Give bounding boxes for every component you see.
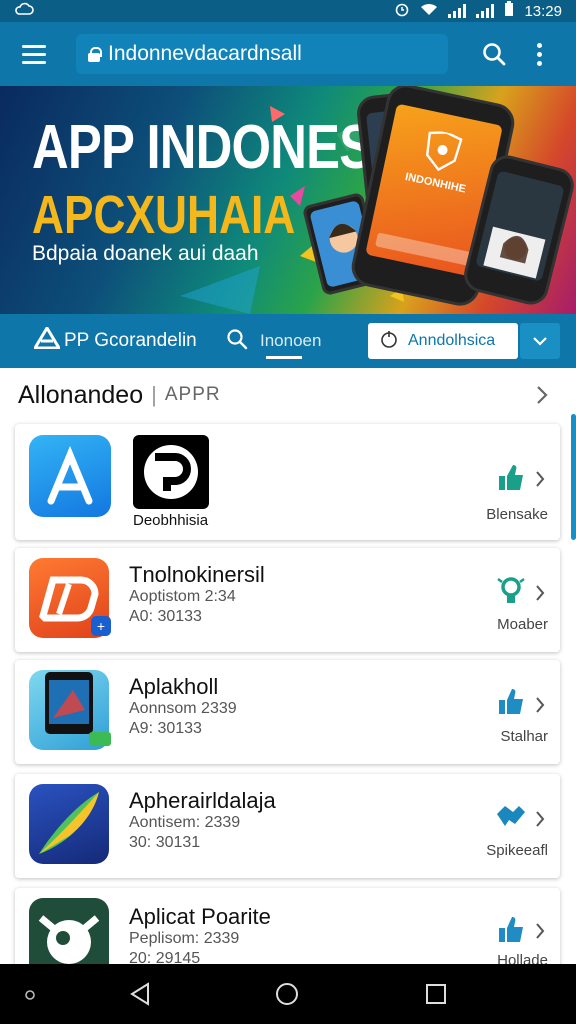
promo-banner[interactable]: APP INDONESI APCXUHAIA Bdpaia doanek aui… xyxy=(0,86,576,314)
search-icon[interactable] xyxy=(474,34,514,74)
cloud-icon xyxy=(14,2,34,20)
app-store-icon xyxy=(29,435,111,517)
app-meta: A0: 30133 xyxy=(129,608,202,625)
recents-icon[interactable] xyxy=(425,983,447,1010)
leaf-app-icon xyxy=(29,784,109,864)
app-name: Tnolnokinersil xyxy=(129,562,265,587)
app-meta: 30: 30131 xyxy=(129,834,201,851)
tab-strip: PP Gcorandelin Inonoen Anndolhsica xyxy=(0,314,576,368)
banner-tagline: Bdpaia doanek aui daah xyxy=(32,242,259,265)
tab-indicator xyxy=(266,356,302,359)
action-label: Blensake xyxy=(486,506,548,523)
section-header[interactable]: Allonandeo | APPR xyxy=(0,368,576,422)
more-options-icon[interactable] xyxy=(524,34,554,74)
app-meta: Aontisem: 2339 xyxy=(129,814,241,831)
menu-icon[interactable] xyxy=(14,34,54,74)
app-meta: A9: 30133 xyxy=(129,720,202,737)
navigation-bar xyxy=(0,964,576,1024)
select-value: Anndolhsica xyxy=(408,332,496,349)
section-divider: | xyxy=(151,382,157,407)
list-item[interactable]: Aplakholl Aonnsom 2339 A9: 30133 Stalhar xyxy=(15,660,560,764)
battery-icon xyxy=(504,1,514,21)
secondary-app-icon xyxy=(133,435,209,509)
home-icon[interactable] xyxy=(275,982,299,1011)
search-icon xyxy=(226,328,248,355)
app-name: Apherairldalaja xyxy=(129,788,276,813)
action-label: Stalhar xyxy=(500,728,548,745)
status-bar: 13:29 xyxy=(0,0,576,22)
search-tab-label: Inonoen xyxy=(260,331,322,350)
chevron-right-icon[interactable] xyxy=(535,584,545,607)
url-bar[interactable]: Indonnevdacardnsall xyxy=(76,34,448,74)
list-item[interactable]: Deobhhisia Blensake xyxy=(15,424,560,540)
app-bar: Indonnevdacardnsall xyxy=(0,22,576,86)
list-item[interactable]: + Tnolnokinersil Aoptistom 2:34 A0: 3013… xyxy=(15,548,560,652)
section-subtitle: APPR xyxy=(164,384,221,405)
chevron-right-icon[interactable] xyxy=(536,385,548,410)
phone-screen-label: INDONHIHE xyxy=(404,170,467,196)
lightbulb-icon[interactable] xyxy=(495,574,527,606)
chevron-right-icon[interactable] xyxy=(535,810,545,833)
wifi-icon xyxy=(420,2,438,20)
status-time: 13:29 xyxy=(524,2,562,20)
app-meta: Aoptistom 2:34 xyxy=(129,588,236,605)
power-icon xyxy=(380,330,398,353)
handshake-icon[interactable] xyxy=(495,800,527,832)
lock-icon xyxy=(88,46,102,62)
tab-search[interactable]: Inonoen xyxy=(226,314,321,368)
action-label: Spikeeafl xyxy=(486,842,548,859)
chevron-down-icon[interactable] xyxy=(520,323,560,359)
thumbs-up-icon[interactable] xyxy=(495,462,527,494)
back-icon[interactable] xyxy=(128,982,152,1011)
list-item[interactable]: Apherairldalaja Aontisem: 2339 30: 30131… xyxy=(15,774,560,878)
chevron-right-icon[interactable] xyxy=(535,470,545,493)
brand-logo[interactable]: PP Gcorandelin xyxy=(32,325,197,355)
app-name: Aplakholl xyxy=(129,674,219,699)
brand-text: PP Gcorandelin xyxy=(64,330,197,351)
dot-icon[interactable] xyxy=(24,988,36,1006)
triangle-logo-icon xyxy=(32,325,62,355)
section-title: Allonandeo xyxy=(18,380,144,409)
alarm-icon xyxy=(394,1,410,21)
signal-icon xyxy=(448,4,467,18)
url-text: Indonnevdacardnsall xyxy=(108,42,302,65)
chevron-right-icon[interactable] xyxy=(535,922,545,945)
scrollbar[interactable] xyxy=(571,414,576,540)
action-label: Moaber xyxy=(497,616,548,633)
badge-icon xyxy=(89,732,111,746)
banner-subtitle: APCXUHAIA xyxy=(32,185,296,245)
badge-icon: + xyxy=(91,616,111,636)
thumbs-up-icon[interactable] xyxy=(495,686,527,718)
app-name: Deobhhisia xyxy=(133,512,209,529)
category-select[interactable]: Anndolhsica xyxy=(368,323,518,359)
app-meta: Peplisom: 2339 xyxy=(129,930,240,947)
robot-app-icon xyxy=(29,898,109,974)
list-item[interactable]: Aplicat Poarite Peplisom: 2339 20: 29145… xyxy=(15,888,560,974)
signal-icon-2 xyxy=(476,4,495,18)
app-meta: Aonnsom 2339 xyxy=(129,700,237,717)
banner-title: APP INDONESI xyxy=(32,113,386,182)
chevron-right-icon[interactable] xyxy=(535,696,545,719)
app-name: Aplicat Poarite xyxy=(129,904,271,929)
thumbs-up-icon[interactable] xyxy=(495,914,527,946)
